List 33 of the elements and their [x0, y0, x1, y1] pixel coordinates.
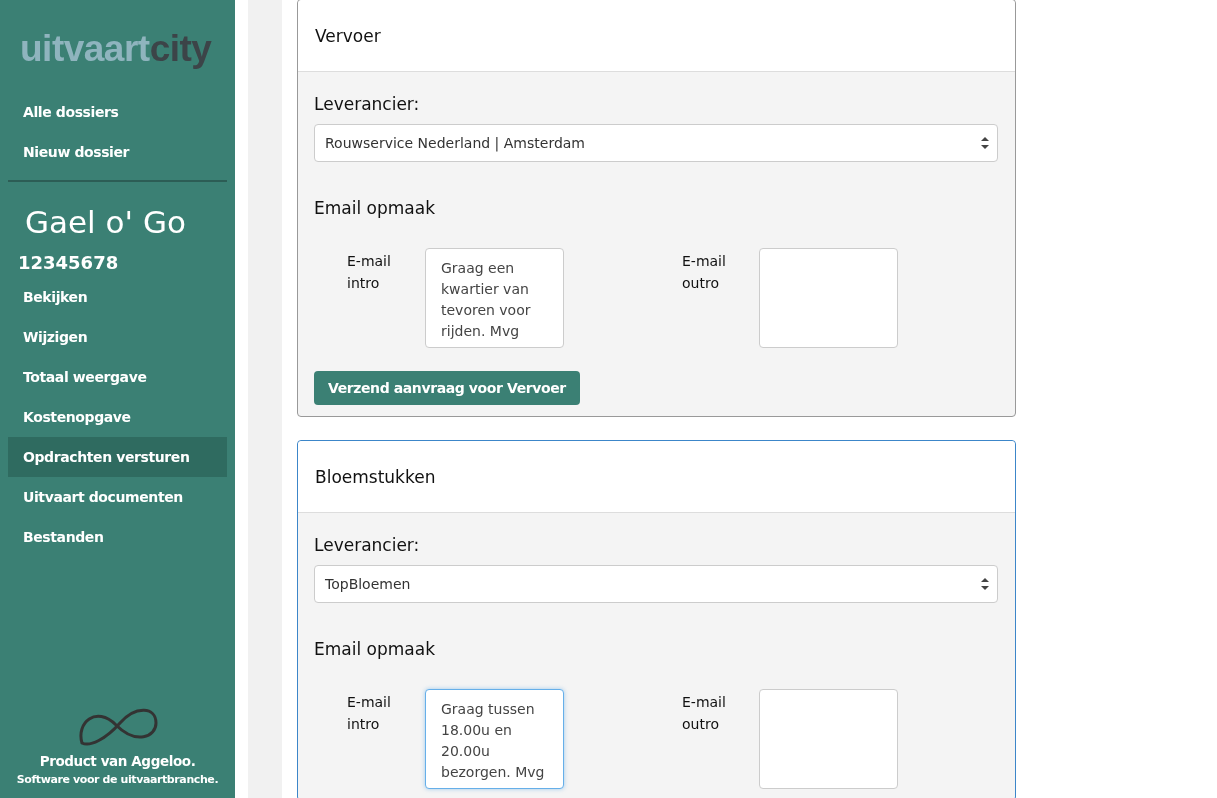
- logo-text: uitvaartcity: [20, 28, 212, 70]
- client-name: Gael o' Go: [25, 204, 186, 240]
- nav-item[interactable]: Uitvaart documenten: [8, 477, 227, 517]
- nav-item[interactable]: Wijzigen: [8, 317, 227, 357]
- email-outro-field[interactable]: [759, 689, 898, 789]
- dossier-number: 12345678: [18, 252, 119, 273]
- nav-item[interactable]: Kostenopgave: [8, 397, 227, 437]
- product-text: Product van Aggeloo.: [39, 753, 196, 769]
- nav-item[interactable]: Bestanden: [8, 517, 227, 557]
- nav-item[interactable]: Alle dossiers: [8, 92, 227, 132]
- supplier-select[interactable]: TopBloemen: [314, 565, 998, 603]
- nav-item[interactable]: Nieuw dossier: [8, 132, 227, 172]
- supplier-select[interactable]: Rouwservice Nederland | Amsterdam: [314, 124, 998, 162]
- email-intro-field[interactable]: Graag een kwartier van tevoren voor rijden. Mvg: [425, 248, 564, 348]
- select-arrows-icon: [981, 136, 989, 150]
- supplier-label: Leverancier:: [314, 535, 420, 555]
- email-intro-field[interactable]: Graag tussen 18.00u en 20.00u bezorgen. Mvg: [425, 689, 564, 789]
- select-arrows-icon: [981, 577, 989, 591]
- field-label: E-mail outro: [682, 693, 727, 734]
- panel-title: Vervoer: [315, 25, 381, 46]
- email-heading: Email opmaak: [314, 639, 435, 659]
- nav-item[interactable]: Totaal weergave: [8, 357, 227, 397]
- send-button[interactable]: Verzend aanvraag voor Vervoer: [314, 371, 580, 405]
- email-outro-field[interactable]: [759, 248, 898, 348]
- email-heading: Email opmaak: [314, 198, 435, 218]
- field-label: E-mail intro: [347, 252, 392, 293]
- nav-item[interactable]: Opdrachten versturen: [8, 437, 227, 477]
- field-label: E-mail intro: [347, 693, 392, 734]
- field-label: E-mail outro: [682, 252, 727, 293]
- tagline-text: Software voor de uitvaartbranche.: [16, 773, 219, 786]
- panel-title: Bloemstukken: [315, 466, 436, 487]
- supplier-label: Leverancier:: [314, 94, 420, 114]
- nav-item[interactable]: Bekijken: [8, 277, 227, 317]
